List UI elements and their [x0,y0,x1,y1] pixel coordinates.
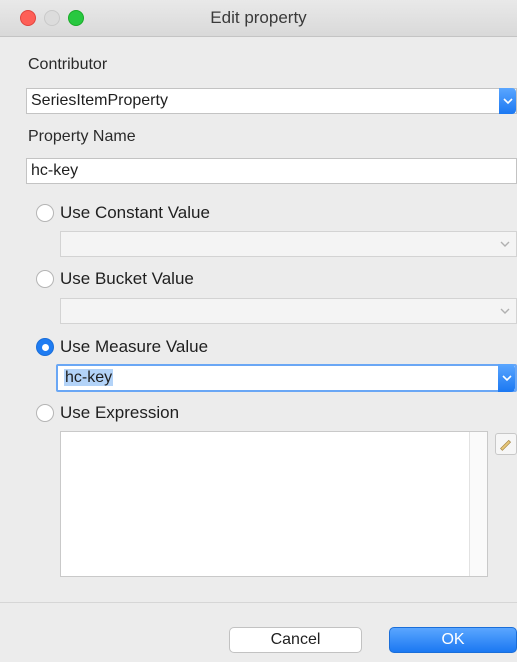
contributor-select[interactable]: SeriesItemProperty [26,88,517,114]
bucket-value-option[interactable]: Use Bucket Value [36,268,194,290]
expression-textarea[interactable] [60,431,488,577]
measure-value-option[interactable]: Use Measure Value [36,336,208,358]
expression-radio[interactable] [36,404,54,422]
expression-builder-button[interactable] [495,433,517,455]
title-bar: Edit property [0,0,517,37]
property-name-input[interactable]: hc-key [26,158,517,184]
footer-separator [0,602,517,603]
ok-button[interactable]: OK [389,627,517,653]
constant-value-select [60,231,517,257]
measure-value-radio[interactable] [36,338,54,356]
measure-value-text: hc-key [64,369,114,386]
measure-value-label: Use Measure Value [60,337,209,356]
window-title: Edit property [210,8,307,27]
bucket-value-select [60,298,517,324]
bucket-value-label: Use Bucket Value [60,269,194,288]
bucket-value-radio[interactable] [36,270,54,288]
chevron-down-icon [500,241,510,247]
pencil-icon [500,439,512,451]
measure-value-select[interactable]: hc-key [56,364,517,392]
chevron-down-icon [500,308,510,314]
expression-scrollbar[interactable] [469,432,487,576]
chevron-down-icon[interactable] [499,88,516,114]
contributor-value: SeriesItemProperty [31,92,168,109]
constant-value-option[interactable]: Use Constant Value [36,202,210,224]
constant-value-radio[interactable] [36,204,54,222]
constant-value-label: Use Constant Value [60,203,210,222]
contributor-label: Contributor [28,56,108,73]
chevron-down-icon[interactable] [498,364,515,392]
expression-option[interactable]: Use Expression [36,402,179,424]
expression-label: Use Expression [60,403,180,422]
property-name-label: Property Name [28,128,136,145]
cancel-button[interactable]: Cancel [229,627,362,653]
